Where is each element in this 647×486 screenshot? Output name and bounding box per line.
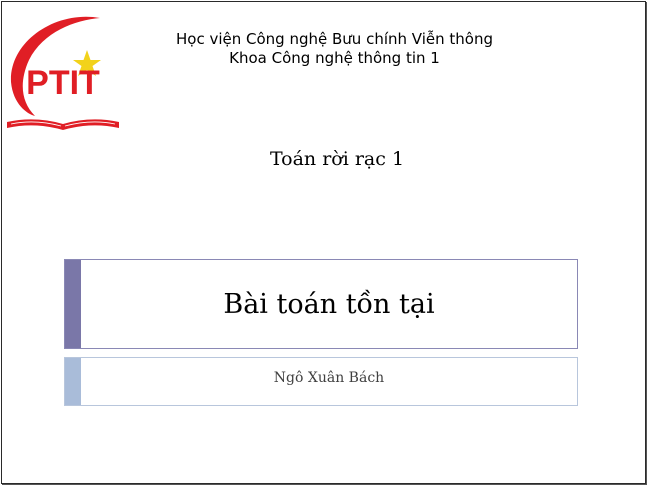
author-box: Ngô Xuân Bách — [64, 357, 578, 406]
institution-name: Học viện Công nghệ Bưu chính Viễn thông — [176, 30, 493, 48]
ptit-logo-icon: PTIT — [5, 12, 121, 132]
lecture-title: Bài toán tồn tại — [223, 288, 435, 320]
course-title: Toán rời rạc 1 — [269, 148, 405, 170]
author-name: Ngô Xuân Bách — [273, 369, 385, 386]
author-accent-bar — [65, 358, 81, 405]
slide: PTIT Học viện Công nghệ Bưu chính Viễn t… — [1, 1, 646, 484]
lecture-title-box: Bài toán tồn tại — [64, 259, 578, 349]
title-accent-bar — [65, 260, 81, 348]
ptit-logo-graphic: PTIT — [7, 16, 119, 130]
logo-text: PTIT — [26, 64, 100, 102]
faculty-name: Khoa Công nghệ thông tin 1 — [229, 49, 440, 67]
